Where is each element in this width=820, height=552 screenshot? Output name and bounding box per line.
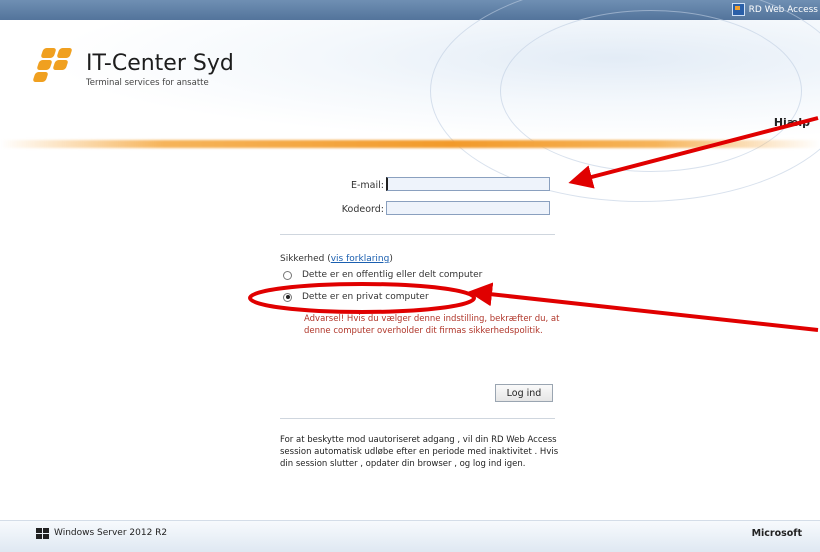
security-label: Sikkerhed (vis forklaring) (280, 254, 393, 264)
session-info: For at beskytte mod uautoriseret adgang … (280, 435, 559, 469)
divider (280, 234, 555, 235)
email-label: E-mail: (351, 180, 384, 191)
brand-subtitle: Terminal services for ansatte (86, 78, 209, 88)
radio-private-row[interactable]: Dette er en privat computer (283, 292, 429, 302)
radio-public-row[interactable]: Dette er en offentlig eller delt compute… (283, 270, 482, 280)
password-label: Kodeord: (341, 204, 384, 215)
help-link[interactable]: Hjælp (774, 116, 810, 129)
radio-private[interactable] (283, 292, 292, 302)
show-explanation-link[interactable]: vis forklaring (331, 254, 390, 264)
radio-public[interactable] (283, 270, 292, 280)
divider (280, 418, 555, 419)
email-field[interactable] (386, 177, 550, 191)
password-field[interactable] (386, 201, 550, 215)
login-button[interactable]: Log ind (495, 384, 553, 402)
brand: IT-Center Syd Terminal services for ansa… (86, 51, 234, 89)
orange-divider (0, 140, 820, 148)
radio-private-label: Dette er en privat computer (302, 292, 429, 302)
brand-title: IT-Center Syd (86, 51, 234, 76)
microsoft-label: Microsoft (751, 528, 802, 539)
os-label: Windows Server 2012 R2 (54, 528, 168, 538)
security-warning: Advarsel! Hvis du vælger denne indstilli… (304, 314, 560, 336)
brand-logo-icon (32, 48, 76, 84)
radio-public-label: Dette er en offentlig eller delt compute… (302, 270, 483, 280)
windows-logo-icon (36, 528, 49, 540)
